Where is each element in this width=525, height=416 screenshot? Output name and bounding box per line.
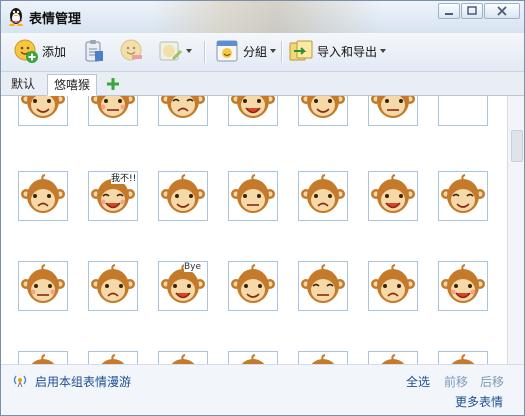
title-bar[interactable]: 表情管理 — [1, 1, 524, 33]
monkey-emoticon-icon — [21, 174, 65, 213]
monkey-emoticon-icon — [101, 354, 125, 364]
emoticon-cell[interactable] — [228, 351, 278, 364]
more-emoticons-link[interactable]: 更多表情 — [455, 393, 503, 410]
monkey-emoticon-icon — [161, 174, 205, 213]
monkey-emoticon-icon — [31, 354, 55, 364]
emoticon-caption-no-way: 我不!! — [111, 174, 137, 184]
monkey-emoticon-icon — [301, 96, 345, 118]
emoticon-cell[interactable] — [88, 96, 138, 126]
monkey-emoticon-icon — [311, 354, 335, 364]
tab-youxihou[interactable]: 悠嘻猴 — [47, 74, 98, 96]
emoticon-cell[interactable] — [88, 261, 138, 311]
group-tabs: 默认 悠嘻猴 — [1, 72, 524, 96]
monkey-emoticon-icon — [371, 174, 415, 213]
add-button[interactable]: 添加 — [13, 37, 66, 65]
emoticon-cell[interactable] — [368, 261, 418, 311]
minimize-icon — [445, 13, 453, 15]
edit-dropdown-caret[interactable] — [186, 49, 192, 53]
tab-default[interactable]: 默认 — [5, 74, 41, 94]
emoticon-cell[interactable] — [298, 261, 348, 311]
remove-emoticon-icon — [120, 39, 142, 61]
maximize-button[interactable] — [461, 3, 483, 19]
move-next-link[interactable]: 后移 — [480, 373, 504, 390]
emoticon-cell[interactable] — [298, 351, 348, 364]
scrollbar-thumb[interactable] — [511, 130, 523, 162]
emoticon-cell[interactable] — [368, 351, 418, 364]
emoticon-cell[interactable] — [18, 96, 68, 126]
monkey-emoticon-icon — [371, 264, 415, 303]
toolbar-separator — [204, 41, 206, 63]
enable-roaming-link[interactable]: 启用本组表情漫游 — [35, 373, 131, 390]
group-dropdown-caret[interactable] — [270, 49, 277, 53]
emoticon-cell[interactable] — [88, 351, 138, 364]
toolbar: 添加 分組 导入和导出 — [1, 33, 524, 72]
close-button[interactable] — [484, 3, 520, 19]
emoticon-cell[interactable] — [368, 171, 418, 221]
edit-button[interactable] — [157, 37, 192, 65]
add-group-plus-icon[interactable] — [105, 76, 121, 92]
qq-penguin-icon — [9, 8, 23, 26]
monkey-emoticon-icon — [231, 174, 275, 213]
edit-emoticon-icon — [159, 41, 182, 61]
monkey-emoticon-icon — [301, 174, 345, 213]
remove-button[interactable] — [119, 37, 145, 65]
emoticon-cell[interactable] — [158, 96, 208, 126]
emoticon-cell[interactable] — [18, 261, 68, 311]
emoticon-cell[interactable] — [438, 261, 488, 311]
emoticon-manager-window: 表情管理 添加 分組 导入和导出 默认 悠嘻猴 我不!! Bye 启用本组表情漫… — [0, 0, 525, 416]
emoticon-cell[interactable] — [18, 351, 68, 364]
monkey-emoticon-icon — [381, 354, 405, 364]
emoticon-cell[interactable] — [438, 171, 488, 221]
emoticon-cell[interactable] — [298, 171, 348, 221]
monkey-emoticon-icon — [231, 96, 275, 118]
window-title: 表情管理 — [29, 12, 82, 27]
monkey-emoticon-icon — [441, 264, 485, 303]
group-label: 分組 — [243, 44, 268, 59]
broadcast-icon — [13, 375, 27, 388]
select-all-link[interactable]: 全选 — [406, 373, 430, 390]
import-export-icon — [289, 40, 313, 61]
emoticon-grid: 我不!! Bye — [1, 96, 507, 364]
add-emoticon-icon — [14, 39, 38, 63]
emoticon-caption-bye: Bye — [184, 262, 202, 272]
monkey-emoticon-icon — [371, 96, 415, 118]
monkey-emoticon-icon — [241, 354, 265, 364]
toolbar-separator — [281, 41, 283, 63]
monkey-emoticon-icon — [171, 354, 195, 364]
move-prev-link[interactable]: 前移 — [444, 373, 468, 390]
monkey-emoticon-icon — [161, 96, 205, 118]
minimize-button[interactable] — [438, 3, 460, 19]
emoticon-cell-empty[interactable] — [438, 96, 488, 126]
add-label: 添加 — [42, 44, 67, 59]
emoticon-cell[interactable] — [228, 171, 278, 221]
monkey-emoticon-icon — [451, 354, 475, 364]
clipboard-icon — [85, 40, 103, 62]
monkey-emoticon-icon — [441, 174, 485, 213]
group-button[interactable]: 分組 — [214, 37, 277, 65]
emoticon-cell[interactable] — [228, 261, 278, 311]
monkey-emoticon-icon — [91, 96, 135, 118]
emoticon-cell[interactable] — [158, 351, 208, 364]
bottom-bar: 启用本组表情漫游 全选 前移 后移 更多表情 — [1, 364, 524, 415]
title-decoration — [151, 1, 381, 33]
monkey-emoticon-icon — [21, 96, 65, 118]
monkey-emoticon-icon — [231, 264, 275, 303]
monkey-emoticon-icon — [301, 264, 345, 303]
properties-button[interactable] — [81, 37, 107, 65]
group-icon — [216, 40, 238, 62]
emoticon-cell[interactable] — [158, 171, 208, 221]
close-icon — [497, 6, 507, 16]
import-export-button[interactable]: 导入和导出 — [288, 37, 387, 65]
emoticon-cell[interactable] — [298, 96, 348, 126]
emoticon-cell[interactable] — [368, 96, 418, 126]
vertical-scrollbar[interactable] — [507, 96, 524, 364]
emoticon-cell[interactable] — [438, 351, 488, 364]
emoticon-cell[interactable] — [228, 96, 278, 126]
import-export-label: 导入和导出 — [317, 44, 378, 59]
emoticon-cell[interactable] — [18, 171, 68, 221]
maximize-icon — [467, 6, 477, 15]
monkey-emoticon-icon — [91, 264, 135, 303]
import-export-dropdown-caret[interactable] — [380, 49, 387, 53]
monkey-emoticon-icon — [21, 264, 65, 303]
